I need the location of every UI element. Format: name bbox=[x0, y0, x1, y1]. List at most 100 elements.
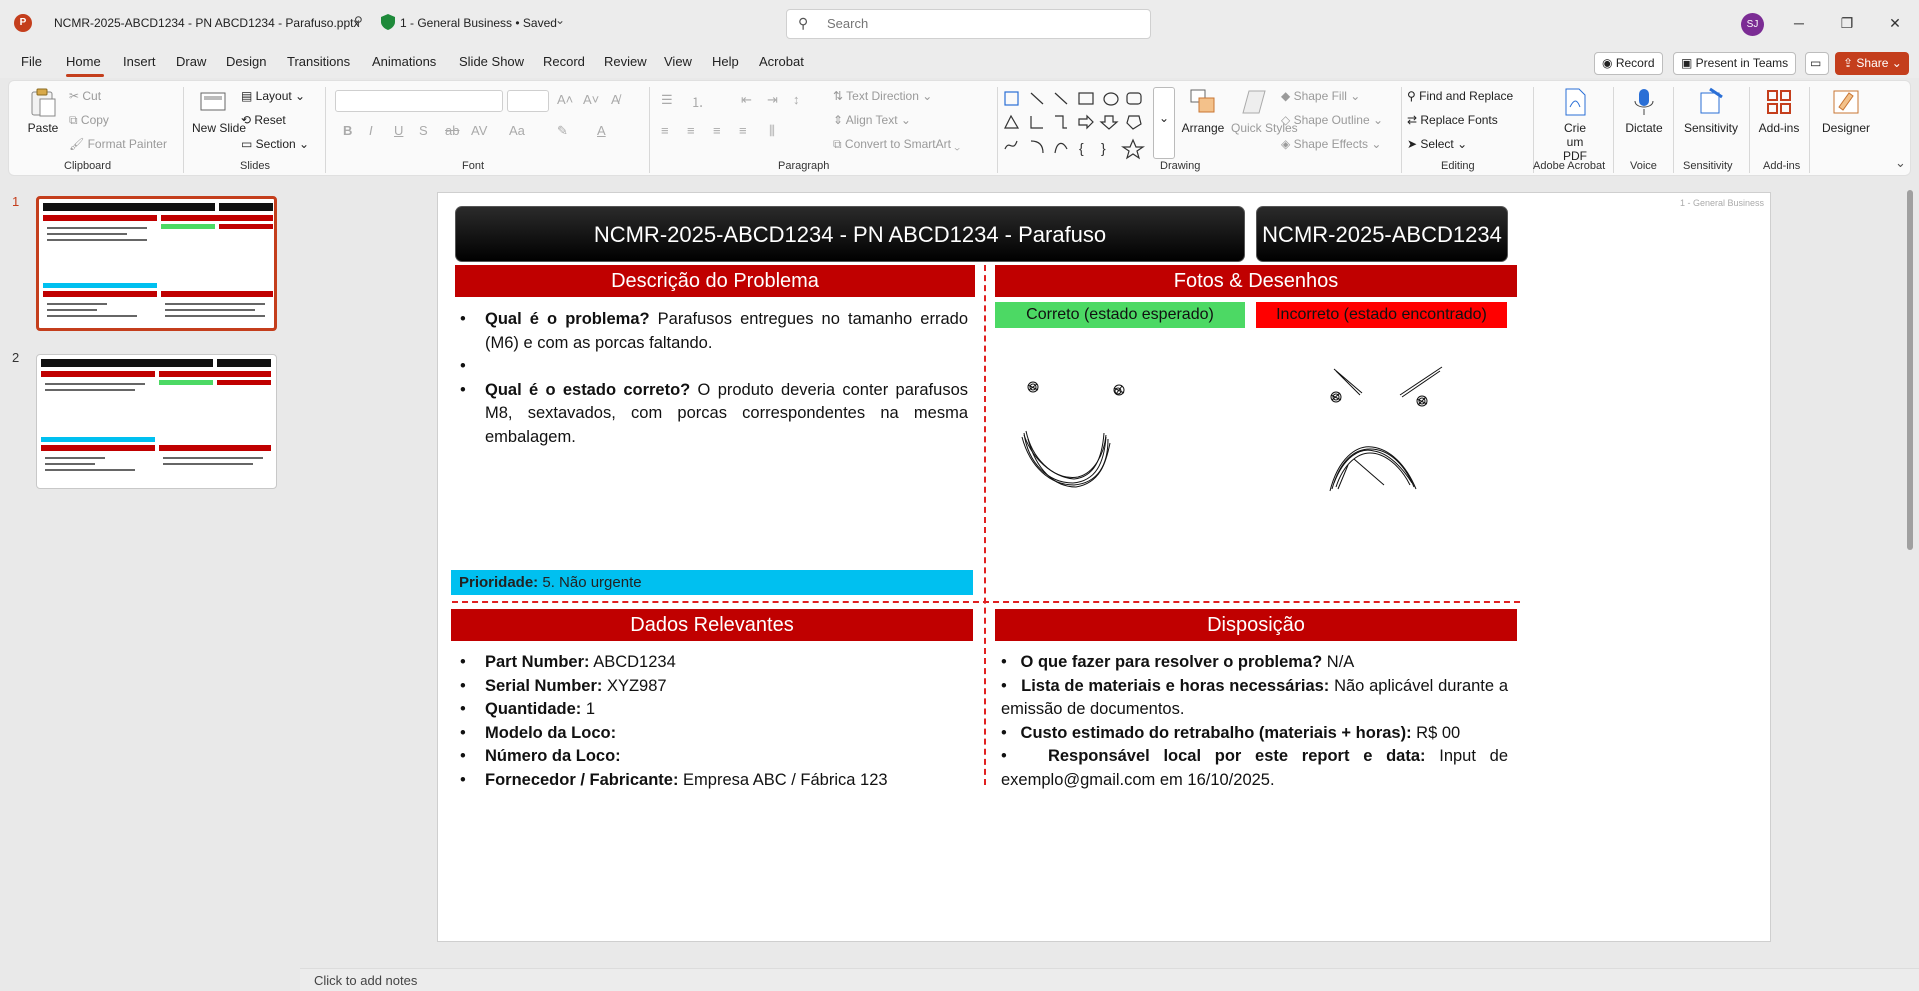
shape-fill-button[interactable]: ◆ Shape Fill ⌄ bbox=[1281, 89, 1360, 103]
sensitivity-status[interactable]: 1 - General Business • Saved bbox=[400, 16, 557, 30]
find-replace-button[interactable]: ⚲ Find and Replace bbox=[1407, 89, 1513, 103]
tab-animations[interactable]: Animations bbox=[372, 54, 436, 69]
bullets-icon[interactable]: ☰ bbox=[661, 92, 673, 108]
comments-icon[interactable]: ▭ bbox=[1805, 52, 1829, 75]
vertical-scrollbar[interactable] bbox=[1905, 182, 1915, 942]
arrange-button[interactable]: Arrange bbox=[1179, 87, 1227, 135]
section-button[interactable]: ▭ Section ⌄ bbox=[241, 137, 309, 151]
spacing-icon[interactable]: AV bbox=[471, 123, 487, 138]
reset-button[interactable]: ⟲ Reset bbox=[241, 113, 286, 127]
slide-thumbnail-1[interactable] bbox=[36, 196, 277, 331]
increase-indent-icon[interactable]: ⇥ bbox=[767, 92, 778, 108]
priority-bar[interactable]: Prioridade: 5. Não urgente bbox=[451, 570, 973, 595]
new-slide-button[interactable]: New Slide bbox=[192, 87, 246, 135]
problem-text[interactable]: • Qual é o problema? Parafusos entregues … bbox=[460, 308, 968, 449]
record-button[interactable]: ◉ Record bbox=[1594, 52, 1663, 75]
change-case-icon[interactable]: Aa bbox=[509, 123, 525, 138]
correct-label[interactable]: Correto (estado esperado) bbox=[995, 302, 1245, 328]
create-pdf-button[interactable]: Crie um PDF bbox=[1547, 87, 1603, 163]
shadow-icon[interactable]: S bbox=[419, 123, 428, 138]
tab-acrobat[interactable]: Acrobat bbox=[759, 54, 804, 69]
disposition-text[interactable]: • O que fazer para resolver o problema? … bbox=[1001, 651, 1508, 792]
select-button[interactable]: ➤ Select ⌄ bbox=[1407, 137, 1467, 151]
relevant-data-list[interactable]: • Part Number: ABCD1234 • Serial Number: X… bbox=[460, 651, 968, 792]
shape-effects-button[interactable]: ◈ Shape Effects ⌄ bbox=[1281, 137, 1381, 151]
minimize-icon[interactable]: ─ bbox=[1784, 11, 1814, 35]
sensitivity-button[interactable]: Sensitivity bbox=[1679, 87, 1743, 135]
justify-icon[interactable]: ≡ bbox=[739, 123, 747, 138]
strikethrough-icon[interactable]: ab bbox=[445, 123, 459, 138]
add-ins-button[interactable]: Add-ins bbox=[1755, 87, 1803, 135]
layout-label: Layout bbox=[255, 89, 292, 103]
format-painter-button[interactable]: 🖌 Format Painter bbox=[69, 137, 167, 151]
align-left-icon[interactable]: ≡ bbox=[661, 123, 669, 138]
paste-button[interactable]: Paste bbox=[23, 87, 63, 135]
happy-face-drawing[interactable] bbox=[1018, 373, 1138, 503]
columns-icon[interactable]: ⫼ bbox=[769, 123, 775, 139]
tab-file[interactable]: File bbox=[21, 54, 42, 69]
clear-format-icon[interactable]: A̸ bbox=[611, 92, 620, 107]
text-direction-button[interactable]: ⇅ Text Direction ⌄ bbox=[833, 89, 932, 103]
shapes-gallery[interactable]: { } bbox=[1001, 89, 1153, 161]
present-in-teams-button[interactable]: ▣ Present in Teams bbox=[1673, 52, 1797, 75]
align-center-icon[interactable]: ≡ bbox=[687, 123, 695, 138]
tab-home[interactable]: Home bbox=[66, 54, 101, 69]
section-header-disposition[interactable]: Disposição bbox=[995, 609, 1517, 641]
section-header-photos[interactable]: Fotos & Desenhos bbox=[995, 265, 1517, 297]
notes-bar[interactable]: Click to add notes bbox=[300, 968, 1919, 991]
slide[interactable]: 1 - General Business NCMR-2025-ABCD1234 … bbox=[437, 192, 1771, 942]
search-input[interactable] bbox=[827, 16, 1127, 31]
slide-title[interactable]: NCMR-2025-ABCD1234 - PN ABCD1234 - Paraf… bbox=[455, 206, 1245, 262]
slide-id-box[interactable]: NCMR-2025-ABCD1234 bbox=[1256, 206, 1508, 262]
share-button[interactable]: ⇪ Share ⌄ bbox=[1835, 52, 1909, 75]
sad-face-drawing[interactable] bbox=[1314, 365, 1464, 505]
decrease-indent-icon[interactable]: ⇤ bbox=[741, 92, 752, 108]
font-name-combo[interactable] bbox=[335, 90, 503, 112]
search-box[interactable]: ⚲ bbox=[786, 9, 1151, 39]
copy-button[interactable]: ⧉ Copy bbox=[69, 113, 109, 128]
convert-smartart-button[interactable]: ⧉ Convert to SmartArt ⌄ bbox=[833, 137, 960, 152]
designer-button[interactable]: Designer bbox=[1819, 87, 1873, 135]
problem-q1-label: Qual é o problema? bbox=[485, 310, 650, 328]
italic-icon[interactable]: I bbox=[369, 123, 373, 138]
section-header-data[interactable]: Dados Relevantes bbox=[451, 609, 973, 641]
section-header-problem[interactable]: Descrição do Problema bbox=[455, 265, 975, 297]
avatar[interactable]: SJ bbox=[1741, 13, 1764, 36]
coauthor-icon[interactable]: ⚲ bbox=[354, 14, 363, 28]
tab-review[interactable]: Review bbox=[604, 54, 647, 69]
collapse-ribbon-icon[interactable]: ⌄ bbox=[1895, 155, 1906, 171]
numbering-icon[interactable]: ⒈ bbox=[691, 92, 704, 111]
shape-outline-button[interactable]: ◇ Shape Outline ⌄ bbox=[1281, 113, 1383, 127]
close-icon[interactable]: ✕ bbox=[1880, 11, 1910, 35]
tab-record[interactable]: Record bbox=[543, 54, 585, 69]
scrollbar-thumb[interactable] bbox=[1907, 190, 1913, 550]
layout-button[interactable]: ▤ Layout ⌄ bbox=[241, 89, 305, 103]
quick-styles-button[interactable]: Quick Styles bbox=[1231, 87, 1298, 135]
tab-help[interactable]: Help bbox=[712, 54, 739, 69]
chevron-down-icon[interactable]: ⌄ bbox=[555, 13, 565, 27]
notes-placeholder[interactable]: Click to add notes bbox=[314, 973, 417, 988]
tab-insert[interactable]: Insert bbox=[123, 54, 156, 69]
align-right-icon[interactable]: ≡ bbox=[713, 123, 721, 138]
shapes-more-icon[interactable]: ⌄ bbox=[1153, 87, 1175, 159]
decrease-font-icon[interactable]: A˅ bbox=[583, 92, 599, 107]
tab-draw[interactable]: Draw bbox=[176, 54, 206, 69]
incorrect-label[interactable]: Incorreto (estado encontrado) bbox=[1256, 302, 1507, 328]
tab-view[interactable]: View bbox=[664, 54, 692, 69]
underline-icon[interactable]: U bbox=[394, 123, 403, 138]
line-spacing-icon[interactable]: ↕ bbox=[793, 92, 800, 107]
tab-design[interactable]: Design bbox=[226, 54, 266, 69]
font-size-combo[interactable] bbox=[507, 90, 549, 112]
highlight-icon[interactable]: ✎ bbox=[557, 123, 568, 139]
font-color-icon[interactable]: A bbox=[597, 123, 606, 138]
tab-slide-show[interactable]: Slide Show bbox=[459, 54, 524, 69]
cut-button[interactable]: ✂ Cut bbox=[69, 89, 101, 103]
restore-icon[interactable]: ❐ bbox=[1832, 11, 1862, 35]
tab-transitions[interactable]: Transitions bbox=[287, 54, 350, 69]
slide-thumbnail-2[interactable] bbox=[36, 354, 277, 489]
align-text-button[interactable]: ⇕ Align Text ⌄ bbox=[833, 113, 911, 127]
replace-fonts-button[interactable]: ⇄ Replace Fonts bbox=[1407, 113, 1498, 127]
increase-font-icon[interactable]: A˄ bbox=[557, 92, 573, 107]
bold-icon[interactable]: B bbox=[343, 123, 352, 138]
dictate-button[interactable]: Dictate bbox=[1621, 87, 1667, 135]
